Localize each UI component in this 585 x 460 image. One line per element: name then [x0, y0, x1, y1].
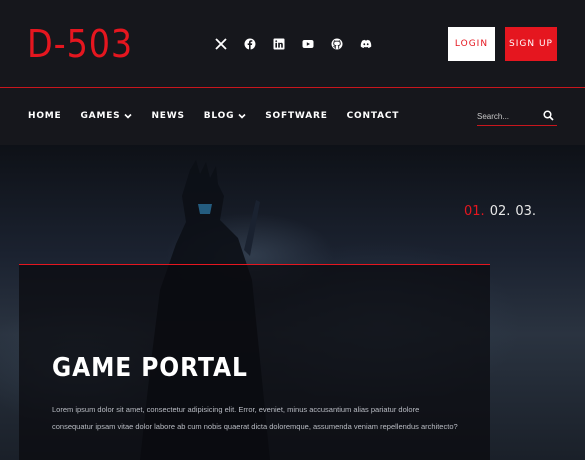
linkedin-icon[interactable] — [264, 36, 293, 52]
nav-item-label: HOME — [28, 111, 62, 121]
nav-item-news[interactable]: NEWS — [151, 111, 184, 121]
nav-item-label: BLOG — [203, 111, 235, 121]
facebook-icon[interactable] — [235, 36, 264, 52]
x-icon[interactable] — [206, 36, 235, 52]
nav-item-blog[interactable]: BLOG — [204, 111, 247, 121]
nav-item-label: CONTACT — [346, 111, 400, 121]
hero-title: GAME PORTAL — [52, 353, 248, 383]
nav-item-label: SOFTWARE — [265, 111, 328, 121]
hero-description: Lorem ipsum dolor sit amet, consectetur … — [52, 405, 458, 431]
slide-indicator-3[interactable]: 03. — [515, 204, 536, 219]
site-logo[interactable]: D-503 — [27, 22, 133, 66]
chevron-down-icon — [124, 113, 133, 119]
search-box — [477, 108, 557, 126]
chevron-down-icon — [238, 113, 246, 119]
youtube-icon[interactable] — [293, 36, 322, 52]
nav-item-games[interactable]: GAMES — [81, 111, 133, 121]
discord-icon[interactable] — [351, 36, 380, 52]
nav-item-home[interactable]: HOME — [28, 111, 62, 121]
nav-item-label: GAMES — [80, 111, 121, 121]
hero-content-panel: GAME PORTAL Lorem ipsum dolor sit amet, … — [19, 264, 490, 460]
nav-item-contact[interactable]: CONTACT — [347, 111, 400, 121]
nav-item-software[interactable]: SOFTWARE — [265, 111, 327, 121]
signup-button[interactable]: SIGN UP — [505, 27, 557, 61]
slide-indicator-2[interactable]: 02. — [490, 204, 511, 219]
search-input[interactable] — [477, 108, 537, 124]
slide-indicator-1[interactable]: 01. — [464, 204, 485, 219]
top-header: D-503 LOGIN SIGN UP — [0, 0, 585, 88]
hero-banner: 01. 02. 03. GAME PORTAL Lorem ipsum dolo… — [0, 145, 585, 460]
main-navbar: HOME GAMES NEWS BLOG SOFTWARE CONTACT — [0, 89, 585, 145]
nav-item-label: NEWS — [151, 111, 185, 121]
login-button[interactable]: LOGIN — [448, 27, 495, 61]
slide-indicators: 01. 02. 03. — [464, 204, 536, 219]
search-icon[interactable] — [543, 110, 554, 121]
social-links — [206, 36, 380, 52]
github-icon[interactable] — [322, 36, 351, 52]
main-nav: HOME GAMES NEWS BLOG SOFTWARE CONTACT — [28, 111, 418, 121]
